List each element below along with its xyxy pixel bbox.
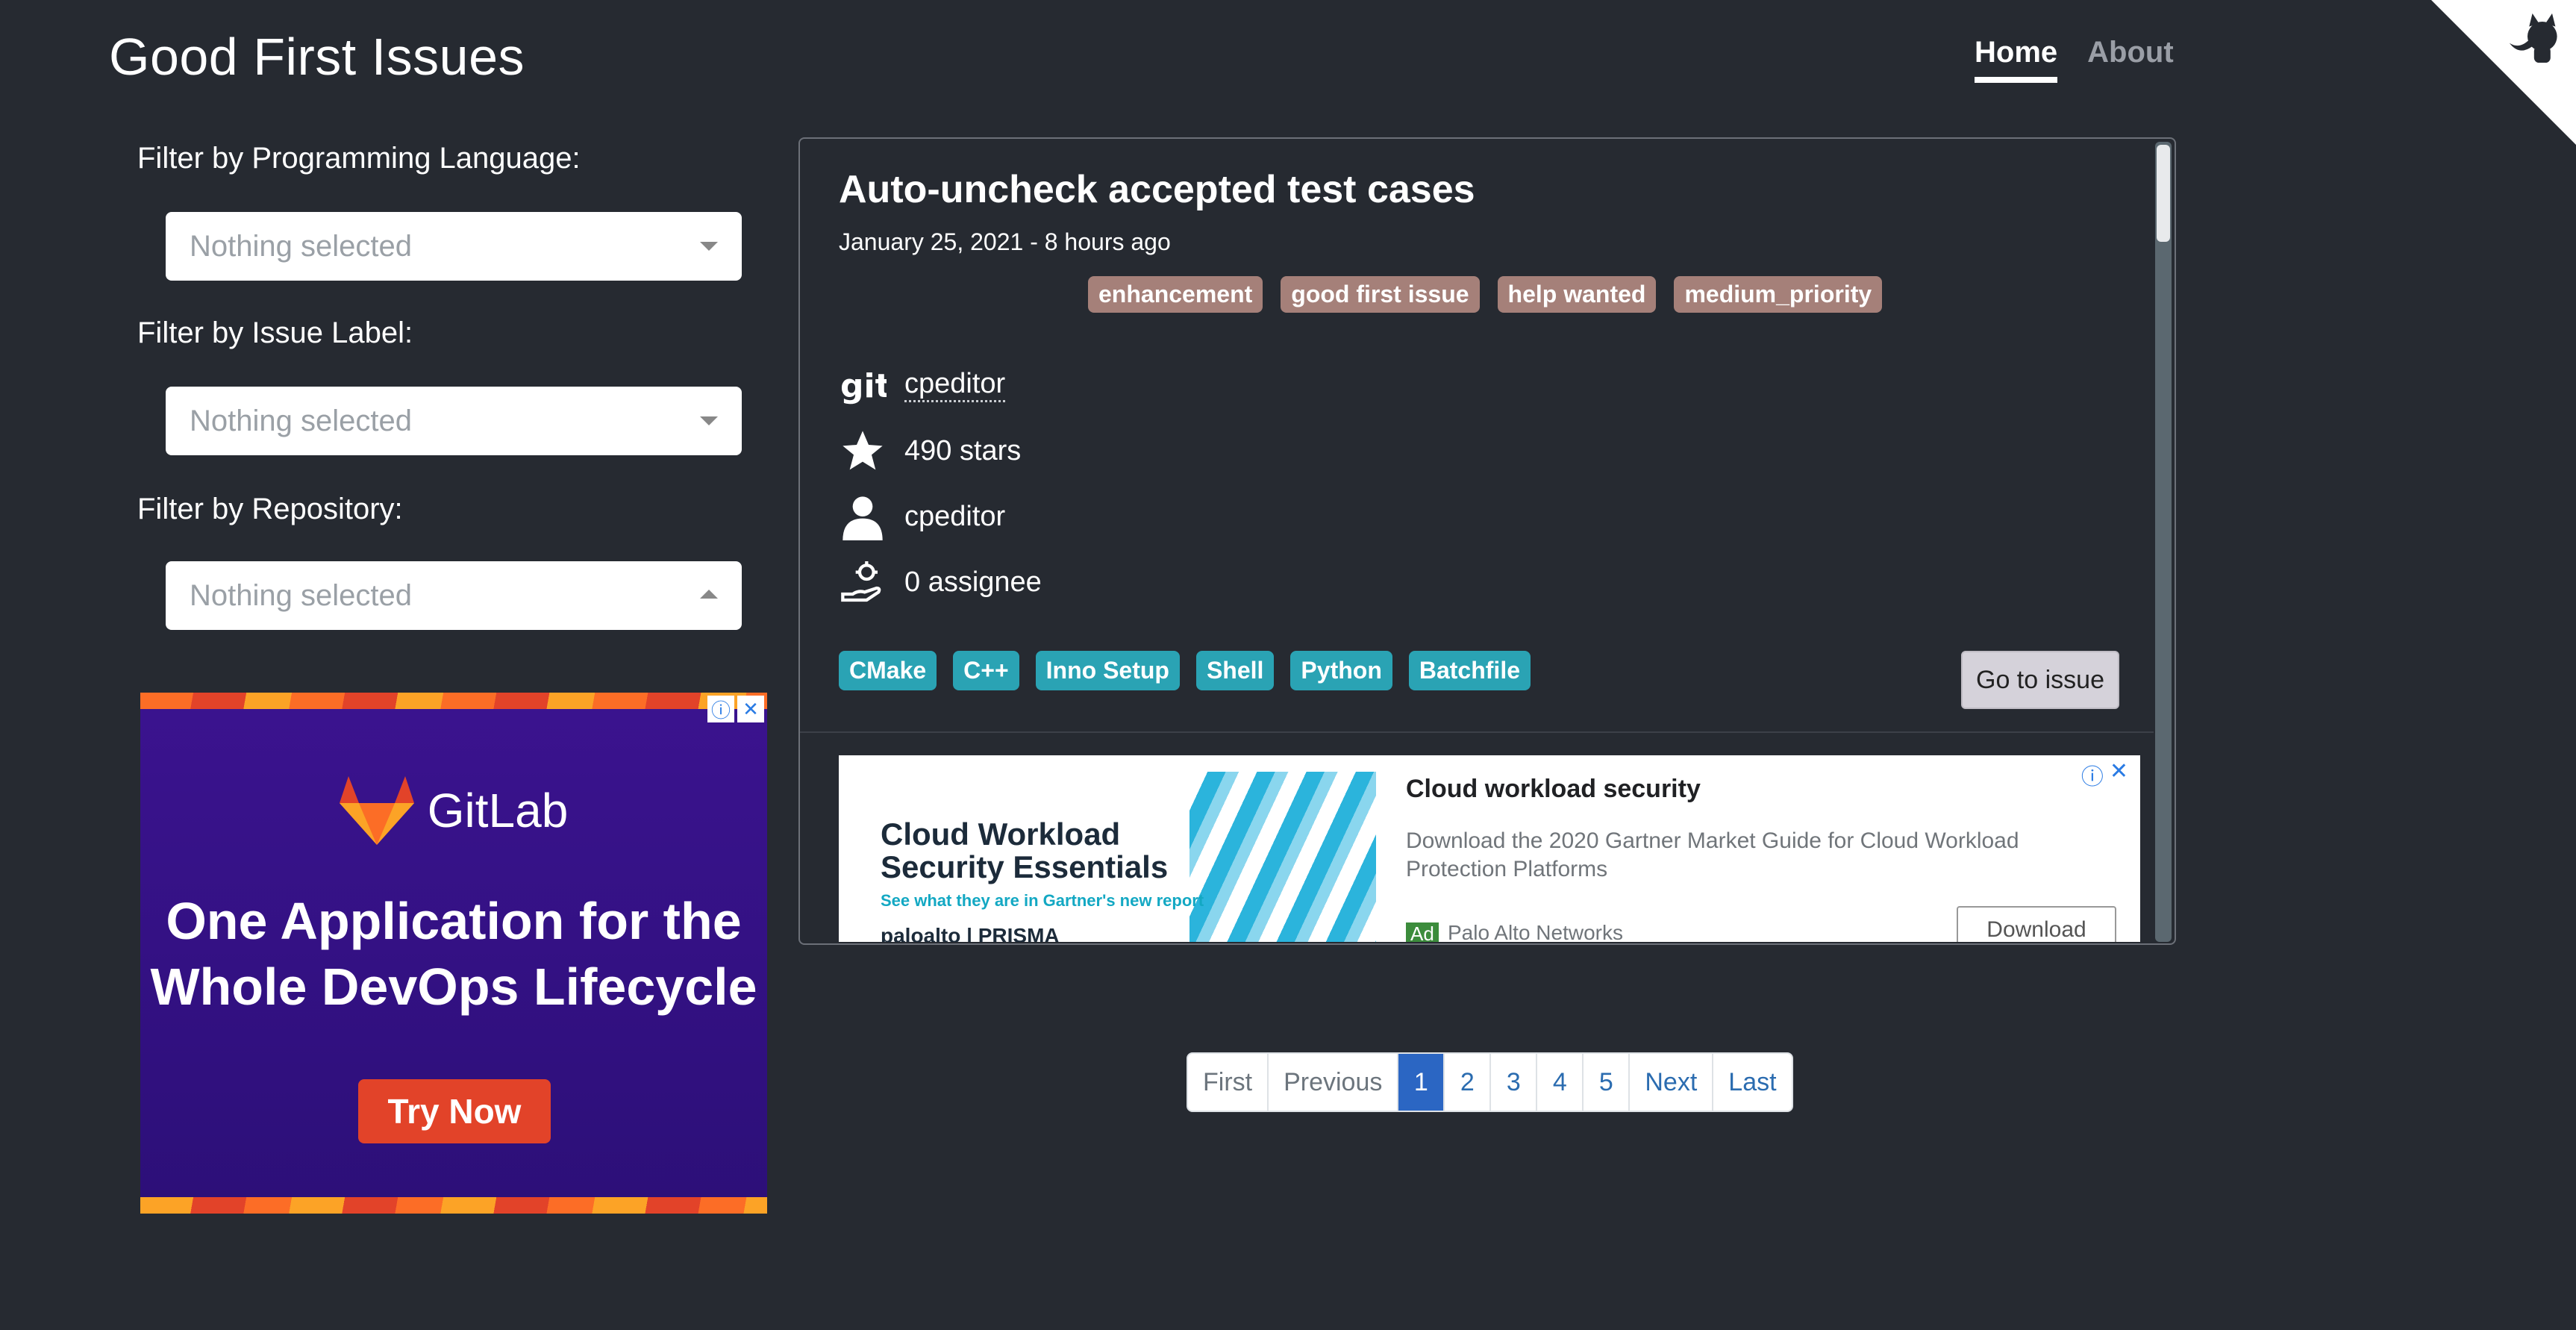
page-5[interactable]: 5: [1584, 1054, 1631, 1111]
site-title[interactable]: Good First Issues: [109, 27, 525, 87]
ad-stripe-bottom: [140, 1197, 767, 1214]
assignee-row: 0 assignee: [839, 558, 1042, 606]
ad-stripe-top: [140, 693, 767, 709]
issue-label-badge: medium_priority: [1674, 276, 1883, 313]
ad-try-now-button[interactable]: Try Now: [358, 1079, 551, 1143]
user-icon: [839, 493, 887, 540]
repository-select[interactable]: Nothing selected: [166, 561, 742, 630]
language-badge: Python: [1290, 651, 1392, 690]
repository-select-value: Nothing selected: [190, 578, 412, 612]
ad-headline: One Application for the Whole DevOps Lif…: [150, 892, 757, 1016]
ad-artwork: Cloud Workload Security Essentials See w…: [839, 772, 1376, 942]
language-badge: Shell: [1195, 651, 1275, 690]
issue-label-select[interactable]: Nothing selected: [166, 387, 742, 455]
ad-artwork-rays: [1189, 772, 1376, 942]
pagination: First Previous 1 2 3 4 5 Next Last: [1187, 1052, 1793, 1112]
ad-badge: Ad: [1406, 922, 1439, 942]
svg-text:git: git: [840, 367, 887, 405]
language-select[interactable]: Nothing selected: [166, 212, 742, 281]
divider: [800, 731, 2154, 733]
ad-inline-controls: ⓘ ✕: [2081, 758, 2128, 791]
page-4[interactable]: 4: [1537, 1054, 1584, 1111]
issue-label-badge: help wanted: [1497, 276, 1657, 313]
page-first[interactable]: First: [1188, 1054, 1269, 1111]
git-icon: git: [839, 361, 887, 409]
ad-brand: GitLab: [140, 776, 767, 845]
issue-languages: CMake C++ Inno Setup Shell Python Batchf…: [839, 651, 1531, 690]
page-1[interactable]: 1: [1398, 1054, 1445, 1111]
ad-info-icon[interactable]: ⓘ: [2081, 758, 2104, 791]
issue-labels: enhancement good first issue help wanted…: [1088, 276, 1883, 313]
gitlab-ad[interactable]: ⓘ ✕ GitLab One Application for the Whole…: [140, 693, 767, 1214]
language-badge: Inno Setup: [1035, 651, 1180, 690]
assignee-icon: [839, 558, 887, 606]
page-last[interactable]: Last: [1713, 1054, 1791, 1111]
cloud-security-ad[interactable]: Cloud Workload Security Essentials See w…: [839, 755, 2140, 942]
scrollbar-thumb[interactable]: [2157, 145, 2170, 242]
language-badge: C++: [953, 651, 1019, 690]
language-badge: Batchfile: [1408, 651, 1531, 690]
assignee-count: 0 assignee: [904, 566, 1042, 598]
ad-controls: ⓘ ✕: [707, 696, 764, 722]
chevron-up-icon: [700, 590, 718, 599]
star-icon: [839, 427, 887, 475]
ad-inline-headline[interactable]: Cloud workload security: [1406, 775, 1701, 804]
ad-info-icon[interactable]: ⓘ: [707, 696, 734, 722]
panel-scrollbar[interactable]: [2155, 142, 2172, 942]
chevron-down-icon: [700, 416, 718, 425]
ad-inline-description: Download the 2020 Gartner Market Guide f…: [1406, 828, 2019, 881]
page-3[interactable]: 3: [1491, 1054, 1538, 1111]
ad-artwork-title: Cloud Workload Security Essentials: [881, 817, 1169, 884]
repository-filter-label: Filter by Repository:: [137, 493, 403, 525]
ad-artwork-brand: paloalto | PRISMA: [881, 924, 1060, 942]
chevron-down-icon: [700, 242, 718, 251]
issue-label-badge: good first issue: [1281, 276, 1480, 313]
ad-advertiser: Palo Alto Networks: [1448, 921, 1623, 942]
ad-brand-name: GitLab: [427, 784, 569, 837]
page-previous[interactable]: Previous: [1269, 1054, 1399, 1111]
ad-artwork-subtitle: See what they are in Gartner's new repor…: [881, 891, 1204, 910]
page-2[interactable]: 2: [1445, 1054, 1492, 1111]
nav-home[interactable]: Home: [1975, 36, 2058, 83]
page: Good First Issues Home About Filter by P…: [0, 0, 2576, 1330]
issue-title: Auto-uncheck accepted test cases: [839, 168, 1475, 211]
ad-close-icon[interactable]: ✕: [2110, 758, 2128, 791]
language-badge: CMake: [839, 651, 937, 690]
github-corner-icon[interactable]: [2431, 0, 2576, 145]
repo-link[interactable]: cpeditor: [904, 368, 1006, 402]
stars-count: 490 stars: [904, 434, 1022, 466]
main-nav: Home About: [1975, 36, 2174, 83]
page-next[interactable]: Next: [1630, 1054, 1714, 1111]
language-select-value: Nothing selected: [190, 229, 412, 263]
ad-close-icon[interactable]: ✕: [737, 696, 764, 722]
gitlab-logo-icon: [339, 776, 414, 845]
ad-download-button[interactable]: Download: [1957, 906, 2116, 942]
issue-list-panel[interactable]: Auto-uncheck accepted test cases January…: [798, 137, 2176, 945]
issue-label-select-value: Nothing selected: [190, 404, 412, 437]
issue-label-filter-label: Filter by Issue Label:: [137, 316, 413, 349]
stars-row: 490 stars: [839, 427, 1021, 475]
owner-row: cpeditor: [839, 493, 1005, 540]
issue-label-badge: enhancement: [1088, 276, 1263, 313]
language-filter-label: Filter by Programming Language:: [137, 142, 581, 175]
go-to-issue-button[interactable]: Go to issue: [1961, 651, 2119, 709]
nav-about[interactable]: About: [2087, 36, 2174, 83]
repo-row: git cpeditor: [839, 361, 1006, 409]
issue-date: January 25, 2021 - 8 hours ago: [839, 228, 1171, 255]
owner-name: cpeditor: [904, 500, 1006, 532]
